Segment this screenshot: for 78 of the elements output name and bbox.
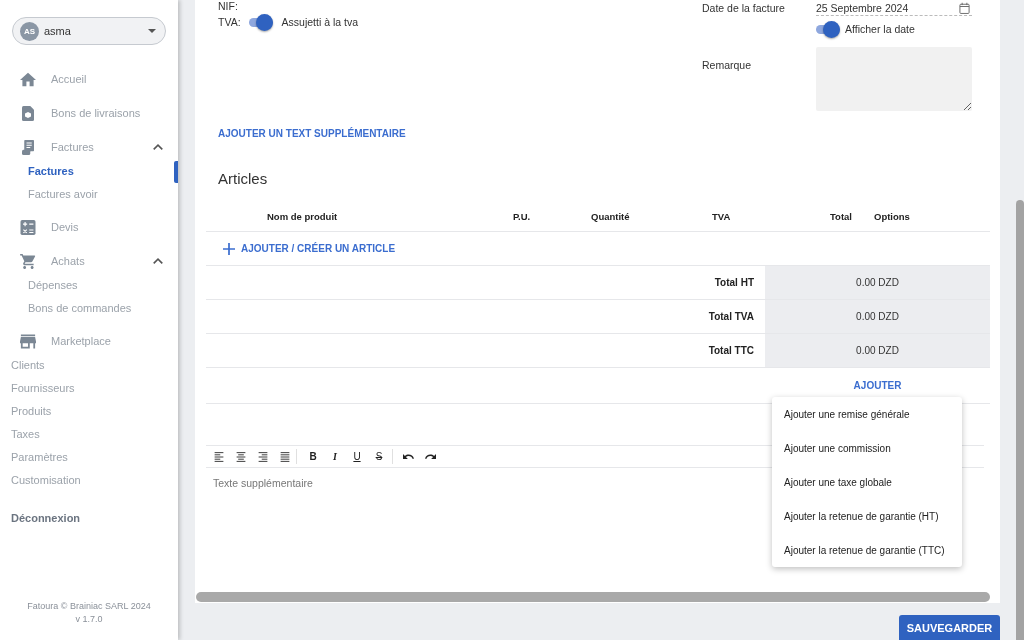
sidebar-item[interactable]: Devis — [20, 219, 79, 235]
field-label: Remarque — [702, 59, 752, 71]
field-label: NIF: — [218, 0, 238, 12]
toggle-label: Assujetti à la tva — [281, 16, 358, 28]
scrollbar-thumb[interactable] — [1016, 200, 1024, 640]
add-button[interactable]: AJOUTER — [853, 380, 902, 391]
calendar-icon — [959, 1, 970, 14]
sidebar-item[interactable]: Fournisseurs — [11, 381, 75, 394]
document-icon — [20, 105, 36, 121]
sidebar-item[interactable]: Factures — [20, 139, 94, 155]
remark-field[interactable] — [816, 47, 972, 111]
chevron-up-icon[interactable] — [153, 258, 163, 264]
align-center-icon — [236, 451, 246, 462]
menu-item[interactable]: Ajouter une remise générale — [772, 397, 962, 431]
column-header: Quantité — [591, 211, 630, 222]
add-article-button[interactable]: AJOUTER / CRÉER UN ARTICLE — [223, 242, 396, 255]
column-header: Total — [830, 211, 852, 222]
total-label: Total TVA — [708, 311, 754, 322]
sidebar-item[interactable]: Paramètres — [11, 450, 68, 463]
total-label: Total TTC — [708, 345, 754, 356]
menu-item[interactable]: Ajouter une taxe globale — [772, 465, 962, 499]
sidebar-subitem[interactable]: Factures — [28, 164, 74, 177]
column-header: Options — [874, 211, 910, 222]
copyright-text: Fatoura © Brainiac SARL 2024 — [27, 600, 151, 613]
column-header: Nom de produit — [267, 211, 338, 222]
user-avatar: AS — [20, 21, 39, 41]
menu-item[interactable]: Ajouter la retenue de garantie (HT) — [772, 499, 962, 533]
sidebar-item[interactable]: Taxes — [11, 427, 40, 440]
save-button[interactable]: SAUVEGARDER — [899, 615, 1000, 640]
toggle-switch[interactable] — [248, 13, 273, 31]
add-text-link[interactable]: AJOUTER UN TEXT SUPPLÉMENTAIRE — [218, 127, 406, 139]
sidebar-item[interactable]: Achats — [20, 253, 85, 269]
version-text: v 1.7.0 — [75, 613, 103, 626]
caret-down-icon — [148, 29, 156, 33]
undo-icon — [402, 454, 414, 459]
format-button[interactable]: U — [346, 446, 368, 467]
toggle-label: Afficher la date — [845, 23, 915, 35]
receipt-icon — [20, 139, 36, 155]
format-button[interactable]: B — [302, 446, 324, 467]
total-value-cell: 0.00 DZD — [765, 266, 990, 299]
align-left-icon — [214, 451, 224, 462]
section-title: Articles — [218, 170, 268, 188]
horizontal-scrollbar[interactable] — [196, 592, 990, 602]
menu-item[interactable]: Ajouter une commission — [772, 431, 962, 465]
sidebar-subitem[interactable]: Dépenses — [28, 278, 78, 291]
sidebar-subitem[interactable]: Factures avoir — [28, 187, 98, 200]
sidebar-item[interactable]: Accueil — [20, 71, 87, 87]
total-label: Total HT — [714, 277, 754, 288]
sidebar-item[interactable]: Marketplace — [20, 333, 111, 349]
redo-icon — [424, 454, 436, 459]
column-header: TVA — [712, 211, 731, 222]
sidebar-item[interactable]: Produits — [11, 404, 52, 417]
plus-icon — [223, 242, 235, 255]
cart-icon — [20, 253, 36, 269]
align-right-icon — [258, 451, 268, 462]
align-justify-icon — [280, 451, 290, 462]
sidebar-subitem[interactable]: Bons de commandes — [28, 301, 132, 314]
total-value-cell: 0.00 DZD — [765, 334, 990, 367]
toggle-switch[interactable] — [816, 20, 840, 38]
sidebar-item[interactable]: Bons de livraisons — [20, 105, 141, 121]
field-label: TVA: — [218, 16, 241, 28]
sidebar-item[interactable]: Clients — [11, 358, 45, 371]
format-button[interactable]: I — [324, 446, 346, 467]
column-header: P.U. — [513, 211, 531, 222]
sidebar-item[interactable]: Customisation — [11, 473, 81, 486]
total-value-cell: 0.00 DZD — [765, 300, 990, 333]
chevron-up-icon[interactable] — [153, 144, 163, 150]
logout-link[interactable]: Déconnexion — [11, 511, 81, 524]
home-icon — [20, 71, 36, 87]
date-field[interactable]: 25 Septembre 2024 — [816, 0, 972, 16]
format-button[interactable]: S — [368, 446, 390, 467]
menu-item[interactable]: Ajouter la retenue de garantie (TTC) — [772, 533, 962, 567]
account-selector[interactable]: AS asma — [12, 17, 166, 45]
user-name: asma — [44, 25, 71, 37]
active-indicator — [174, 161, 178, 183]
field-label: Date de la facture — [702, 2, 785, 14]
calculator-icon — [20, 219, 36, 235]
store-icon — [20, 333, 36, 349]
